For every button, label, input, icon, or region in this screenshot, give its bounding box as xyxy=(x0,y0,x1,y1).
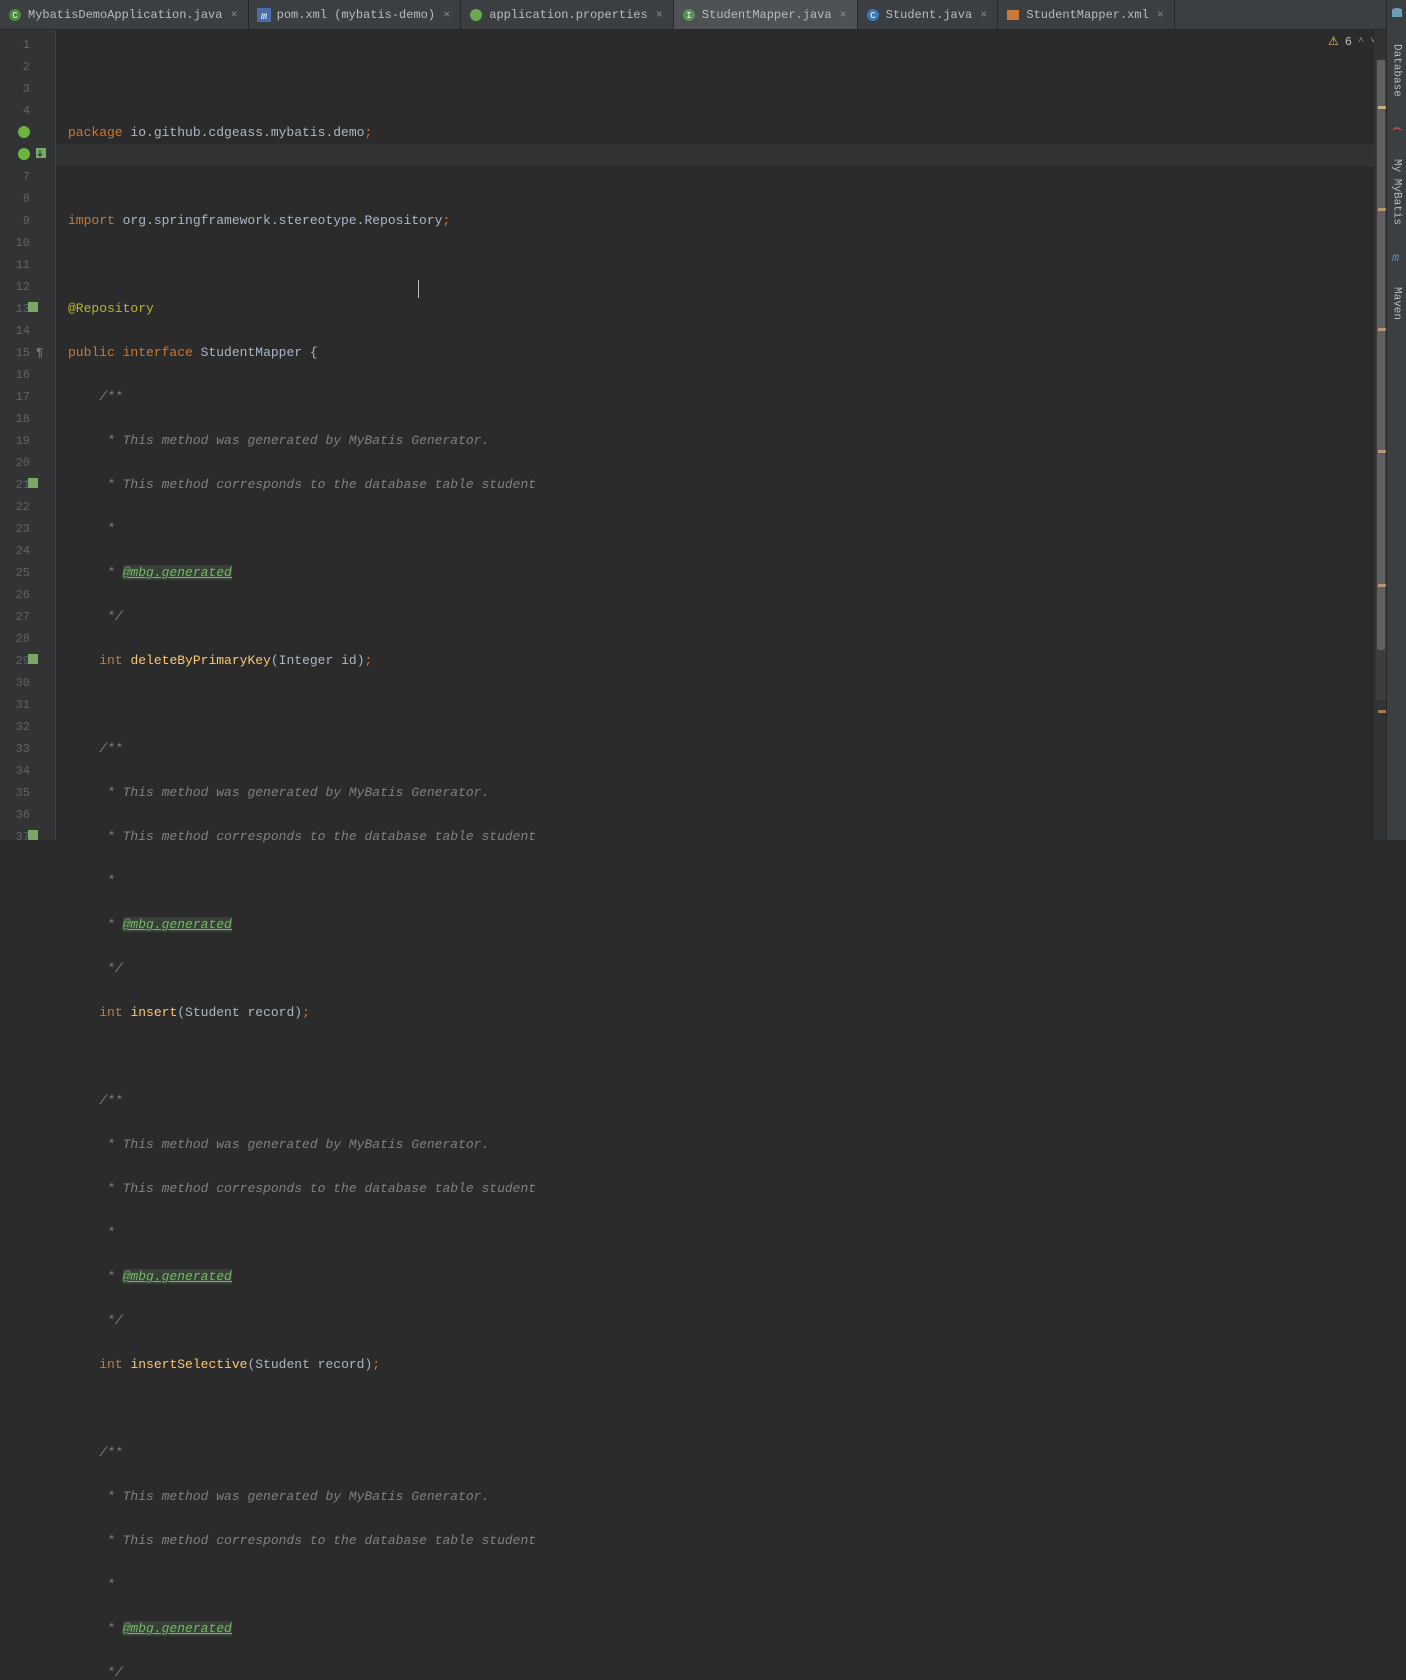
stripe-marker[interactable] xyxy=(1378,710,1386,713)
paragraph-icon[interactable]: ¶ xyxy=(34,344,50,360)
java-interface-icon: I xyxy=(682,8,696,22)
active-line-highlight xyxy=(56,144,1386,166)
tab-pom-xml[interactable]: m pom.xml (mybatis-demo) × xyxy=(249,0,462,29)
tab-label: pom.xml (mybatis-demo) xyxy=(277,8,435,22)
mybatis-icon[interactable] xyxy=(1390,121,1404,135)
right-tool-rail: Database My MyBatis m Maven xyxy=(1386,0,1406,840)
tab-label: MybatisDemoApplication.java xyxy=(28,8,222,22)
close-icon[interactable]: × xyxy=(1155,8,1166,22)
maven-icon: m xyxy=(257,8,271,22)
database-icon[interactable] xyxy=(1390,6,1404,20)
tool-database[interactable]: Database xyxy=(1389,40,1405,101)
scrollbar-thumb[interactable] xyxy=(1377,60,1385,650)
svg-text:m: m xyxy=(1392,251,1399,263)
close-icon[interactable]: × xyxy=(978,8,989,22)
svg-text:C: C xyxy=(870,11,876,21)
java-class-icon: C xyxy=(8,8,22,22)
tab-label: StudentMapper.java xyxy=(702,8,832,22)
close-icon[interactable]: × xyxy=(228,8,239,22)
tool-my-mybatis[interactable]: My MyBatis xyxy=(1389,155,1405,229)
svg-text:C: C xyxy=(12,11,18,21)
tab-label: StudentMapper.xml xyxy=(1026,8,1148,22)
properties-icon xyxy=(469,8,483,22)
spring-bean-icon[interactable] xyxy=(16,124,32,140)
tab-application-properties[interactable]: application.properties × xyxy=(461,0,674,29)
tool-maven[interactable]: Maven xyxy=(1389,283,1405,324)
has-implementations-icon[interactable] xyxy=(26,652,42,668)
editor-gutter[interactable]: 1234567891011121314151617181920212223242… xyxy=(0,30,56,840)
tab-label: Student.java xyxy=(886,8,972,22)
svg-text:m: m xyxy=(261,12,267,22)
tab-label: application.properties xyxy=(489,8,647,22)
svg-text:¶: ¶ xyxy=(36,346,43,360)
spring-bean-icon[interactable] xyxy=(16,146,32,162)
has-implementations-icon[interactable] xyxy=(26,300,42,316)
close-icon[interactable]: × xyxy=(441,8,452,22)
text-cursor xyxy=(418,280,419,298)
xml-icon xyxy=(1006,8,1020,22)
maven-icon[interactable]: m xyxy=(1390,249,1404,263)
has-implementations-icon[interactable] xyxy=(34,146,50,162)
editor-area: 1234567891011121314151617181920212223242… xyxy=(0,30,1386,840)
close-icon[interactable]: × xyxy=(654,8,665,22)
tab-student-mapper-java[interactable]: I StudentMapper.java × xyxy=(674,0,858,29)
has-implementations-icon[interactable] xyxy=(26,828,42,844)
tab-student-java[interactable]: C Student.java × xyxy=(858,0,999,29)
close-icon[interactable]: × xyxy=(838,8,849,22)
svg-text:I: I xyxy=(686,11,691,21)
java-class-icon: C xyxy=(866,8,880,22)
code-editor[interactable]: package io.github.cdgeass.mybatis.demo; … xyxy=(56,30,1386,840)
tab-mybatis-demo-application[interactable]: C MybatisDemoApplication.java × xyxy=(0,0,249,29)
editor-tab-bar: C MybatisDemoApplication.java × m pom.xm… xyxy=(0,0,1406,30)
tab-student-mapper-xml[interactable]: StudentMapper.xml × xyxy=(998,0,1175,29)
has-implementations-icon[interactable] xyxy=(26,476,42,492)
vertical-scrollbar[interactable] xyxy=(1376,60,1386,700)
